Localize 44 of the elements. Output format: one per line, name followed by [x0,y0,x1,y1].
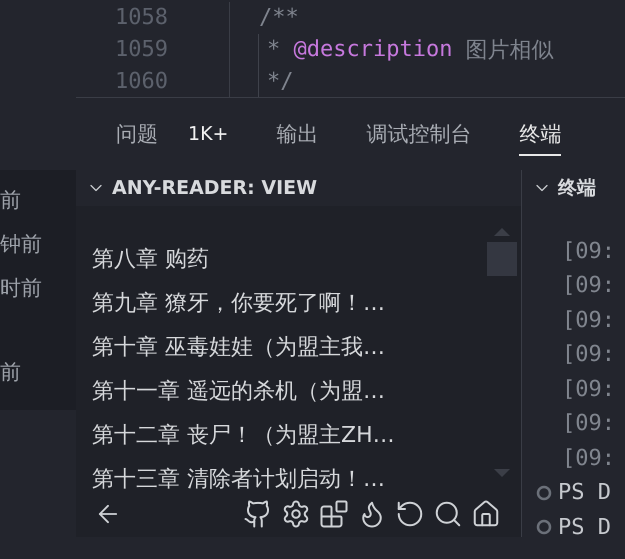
code-line: /** [258,4,299,32]
terminal-title: 终端 [558,176,596,201]
circle-icon [536,484,552,501]
code-line: * @description 图片相似 [258,34,554,66]
panel-tab[interactable]: 输出 [276,112,318,156]
terminal-line: [09: [562,446,615,471]
terminal-line: PS D [558,514,611,537]
chapter-item[interactable]: 第十一章 遥远的杀机（为盟… [92,369,487,413]
list-item[interactable]: 前 [0,350,21,394]
panel-tab[interactable]: 问题 1K+ [116,112,228,156]
terminal-line: [09: [562,238,615,264]
line-number: 1058 [76,2,230,34]
search-icon[interactable] [433,499,463,529]
tab-label: 输出 [276,121,318,148]
code-line: */ [258,65,294,97]
terminal-line: [09: [562,308,615,333]
line-number: 1059 [76,34,230,66]
terminal-line: [09: [562,273,615,298]
tab-label: 终端 [519,121,562,148]
list-item[interactable]: 时前 [0,266,42,310]
terminal-line: [09: [562,376,615,402]
line-number: 1060 [76,65,230,97]
home-icon[interactable] [471,499,501,529]
list-item[interactable]: 钟前 [0,222,42,266]
view-title: ANY-READER: VIEW [112,177,318,199]
count-label: 1K+ [188,123,228,145]
settings-icon[interactable] [281,499,311,529]
tab-label: 问题 [116,121,158,148]
circle-icon [536,519,552,536]
list-item[interactable]: 前 [0,178,21,222]
panel-tab[interactable]: 调试控制台 [366,112,472,156]
chapter-item[interactable]: 第十三章 清除者计划启动！… [92,457,487,491]
tab-label: 调试控制台 [366,121,472,148]
terminal-line: PS D [558,480,611,506]
refresh-icon[interactable] [395,499,425,529]
chapter-item[interactable]: 第八章 购药 [92,237,487,281]
chapter-item[interactable]: 第十章 巫毒娃娃（为盟主我… [92,325,487,369]
blocks-icon[interactable] [319,499,349,529]
chapter-item[interactable]: 第十二章 丧尸！（为盟主ZH… [92,413,487,457]
scrollbar-thumb[interactable] [487,242,517,276]
terminal-line: [09: [562,342,615,368]
terminal-line: [09: [562,411,615,436]
chapter-item[interactable]: 第九章 獠牙，你要死了啊！… [92,281,487,325]
panel-tab[interactable]: 终端 [519,112,562,156]
